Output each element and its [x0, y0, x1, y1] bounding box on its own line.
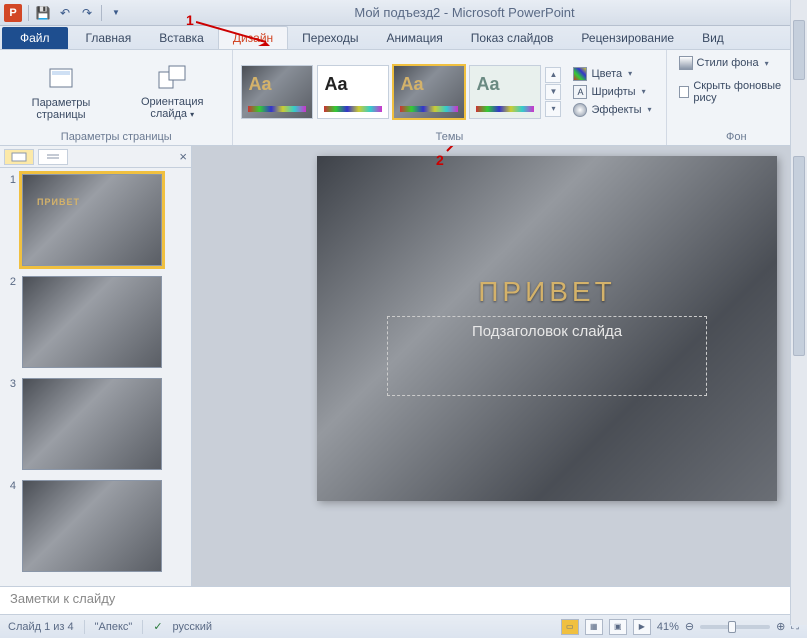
spellcheck-icon[interactable]: ✓	[153, 620, 162, 633]
effects-icon	[573, 103, 587, 117]
gallery-up-icon[interactable]: ▲	[545, 67, 561, 83]
window-title: Мой подъезд2 - Microsoft PowerPoint	[126, 5, 803, 20]
page-setup-button[interactable]: Параметры страницы	[8, 61, 114, 123]
zoom-level[interactable]: 41%	[657, 621, 679, 633]
slide-panel: × 1 ПРИВЕТ 2 3 4	[0, 146, 192, 586]
tab-home[interactable]: Главная	[72, 27, 146, 49]
group-page-setup: Параметры страницы Ориентация слайда ▾ П…	[0, 50, 233, 145]
group-label-background: Фон	[675, 129, 798, 143]
slide-canvas[interactable]: ПРИВЕТ Подзаголовок слайда	[317, 156, 777, 501]
tab-file[interactable]: Файл	[2, 27, 68, 49]
zoom-slider[interactable]	[700, 625, 770, 629]
workspace: × 1 ПРИВЕТ 2 3 4 ПРИВЕТ	[0, 146, 807, 586]
fonts-icon: A	[573, 85, 587, 99]
theme-fonts-button[interactable]: A Шрифты▾	[567, 84, 657, 100]
orientation-button[interactable]: Ориентация слайда ▾	[120, 60, 225, 123]
ribbon: Параметры страницы Ориентация слайда ▾ П…	[0, 50, 807, 146]
status-bar: Слайд 1 из 4 "Апекс" ✓ русский ▭ ▦ ▣ ▶ 4…	[0, 614, 807, 638]
thumb-row: 2	[4, 276, 187, 368]
page-setup-icon	[45, 63, 77, 95]
theme-thumb-2[interactable]: Aa	[317, 65, 389, 119]
slide-thumb-1[interactable]: ПРИВЕТ	[22, 174, 162, 266]
thumb-row: 1 ПРИВЕТ	[4, 174, 187, 266]
undo-icon[interactable]: ↶	[55, 3, 75, 23]
gallery-expand-icon[interactable]: ▾	[545, 101, 561, 117]
view-slideshow-button[interactable]: ▶	[633, 619, 651, 635]
slide-thumb-4[interactable]	[22, 480, 162, 572]
thumb-row: 3	[4, 378, 187, 470]
status-slide-info: Слайд 1 из 4	[8, 621, 74, 633]
title-bar: P 💾 ↶ ↷ ▼ Мой подъезд2 - Microsoft Power…	[0, 0, 807, 26]
ribbon-tabs: Файл Главная Вставка Дизайн Переходы Ани…	[0, 26, 807, 50]
view-sorter-button[interactable]: ▦	[585, 619, 603, 635]
panel-close-icon[interactable]: ×	[179, 149, 187, 164]
slide-thumb-2[interactable]	[22, 276, 162, 368]
orientation-icon	[156, 62, 188, 94]
checkbox-icon	[679, 86, 690, 98]
group-label-themes: Темы	[241, 129, 657, 143]
tab-view[interactable]: Вид	[688, 27, 738, 49]
theme-colors-button[interactable]: Цвета▾	[567, 66, 657, 82]
group-background: Стили фона▾ Скрыть фоновые рису Фон	[667, 50, 807, 145]
panel-tab-outline[interactable]	[38, 149, 68, 165]
slide-area: ПРИВЕТ Подзаголовок слайда 2	[192, 146, 807, 586]
colors-icon	[573, 67, 587, 81]
redo-icon[interactable]: ↷	[77, 3, 97, 23]
slide-thumb-3[interactable]	[22, 378, 162, 470]
save-icon[interactable]: 💾	[33, 3, 53, 23]
tab-animations[interactable]: Анимация	[372, 27, 456, 49]
group-label-page-setup: Параметры страницы	[8, 129, 224, 143]
theme-effects-button[interactable]: Эффекты▾	[567, 102, 657, 118]
slide-title[interactable]: ПРИВЕТ	[317, 276, 777, 308]
tab-review[interactable]: Рецензирование	[567, 27, 688, 49]
notes-pane[interactable]: Заметки к слайду	[0, 586, 807, 614]
view-reading-button[interactable]: ▣	[609, 619, 627, 635]
slide-subtitle-box[interactable]: Подзаголовок слайда	[387, 316, 707, 396]
thumbnails-list: 1 ПРИВЕТ 2 3 4	[0, 168, 191, 586]
status-language[interactable]: русский	[173, 621, 212, 633]
thumb-number: 4	[4, 480, 16, 492]
thumb-number: 2	[4, 276, 16, 288]
page-setup-label: Параметры страницы	[12, 97, 110, 121]
quick-access-toolbar: 💾 ↶ ↷ ▼	[26, 3, 126, 23]
tab-slideshow[interactable]: Показ слайдов	[457, 27, 568, 49]
panel-tabs: ×	[0, 146, 191, 168]
status-theme: "Апекс"	[95, 621, 133, 633]
qat-more-icon[interactable]: ▼	[106, 3, 126, 23]
thumb-number: 3	[4, 378, 16, 390]
tab-insert[interactable]: Вставка	[145, 27, 218, 49]
zoom-out-button[interactable]: ⊖	[685, 620, 694, 633]
theme-thumb-1[interactable]: Aa	[241, 65, 313, 119]
view-normal-button[interactable]: ▭	[561, 619, 579, 635]
tab-design[interactable]: Дизайн	[218, 26, 288, 49]
background-styles-button[interactable]: Стили фона▾	[675, 54, 773, 72]
slide-subtitle: Подзаголовок слайда	[472, 323, 622, 340]
group-themes: Aa Aa Aa Aa ▲ ▼ ▾ Цвета▾ A Шрифты▾	[233, 50, 666, 145]
theme-gallery-more: ▲ ▼ ▾	[545, 67, 561, 117]
theme-thumb-3[interactable]: Aa	[393, 65, 465, 119]
theme-thumb-4[interactable]: Aa	[469, 65, 541, 119]
gallery-down-icon[interactable]: ▼	[545, 84, 561, 100]
hide-background-checkbox[interactable]: Скрыть фоновые рису	[675, 78, 798, 106]
panel-tab-slides[interactable]	[4, 149, 34, 165]
thumb-number: 1	[4, 174, 16, 186]
tab-transitions[interactable]: Переходы	[288, 27, 372, 49]
zoom-in-button[interactable]: ⊕	[776, 620, 785, 633]
bg-styles-icon	[679, 56, 693, 70]
slide-scrollbar[interactable]	[790, 146, 807, 586]
app-icon: P	[4, 4, 22, 22]
thumb-row: 4	[4, 480, 187, 572]
orientation-label: Ориентация слайда ▾	[124, 96, 221, 121]
